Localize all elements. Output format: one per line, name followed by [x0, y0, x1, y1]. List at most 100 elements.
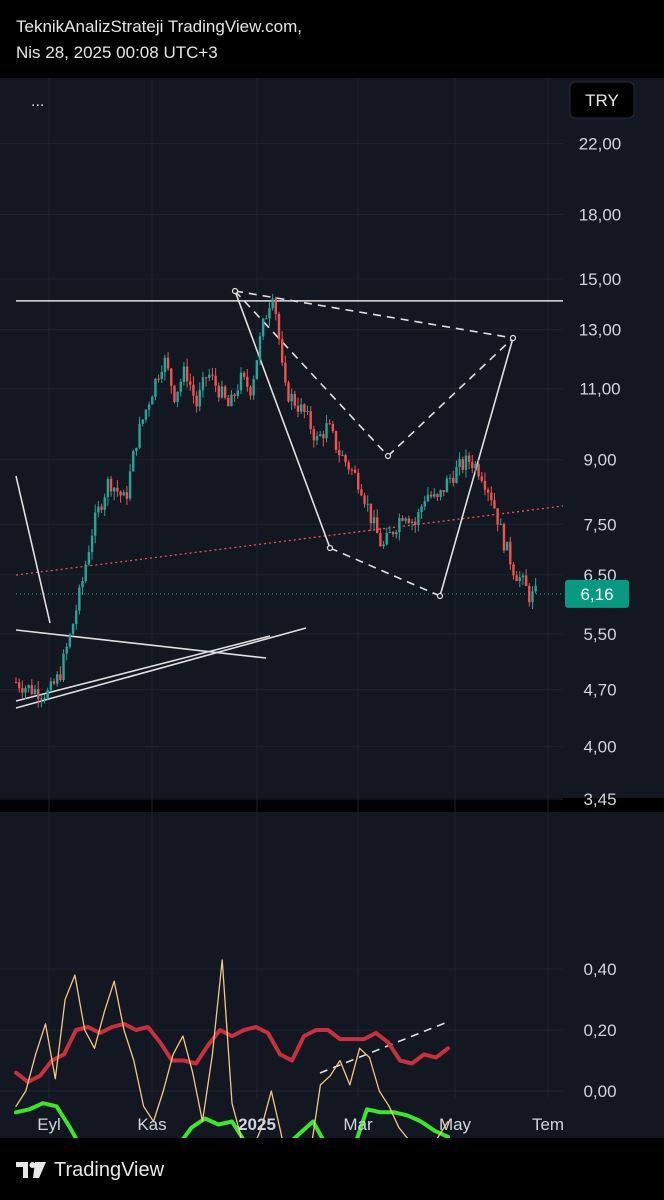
time-label: Eyl	[37, 1115, 61, 1134]
candle-body	[33, 689, 37, 695]
candle-body	[391, 532, 395, 535]
time-label: May	[439, 1115, 472, 1134]
candle-body	[448, 477, 452, 479]
candle-body	[198, 390, 201, 407]
candle-body	[154, 378, 157, 397]
candle-body	[429, 494, 433, 497]
oscillator-tick-label: 0,40	[583, 960, 616, 979]
price-tick-label: 18,00	[579, 206, 622, 225]
candle-body	[160, 372, 163, 379]
candle-body	[68, 634, 72, 647]
candle-body	[524, 575, 528, 586]
candle-body	[280, 339, 284, 363]
candle-body	[290, 393, 293, 402]
candle-body	[395, 532, 398, 535]
candle-body	[144, 409, 148, 420]
chart-svg[interactable]: 22,0018,0015,0013,0011,009,007,506,505,5…	[0, 78, 664, 1196]
candle-body	[452, 477, 455, 483]
candle-body	[458, 459, 461, 468]
candle-body	[414, 521, 417, 525]
candle-body	[116, 487, 119, 492]
candle-body	[531, 591, 534, 603]
drawing-anchor	[231, 287, 239, 295]
candle-body	[40, 698, 43, 700]
candle-body	[100, 506, 103, 510]
candle-body	[534, 585, 537, 592]
candle-body	[223, 386, 227, 398]
candle-body	[474, 464, 477, 469]
price-tick-label: 11,00	[579, 380, 620, 399]
candle-body	[388, 532, 392, 534]
candle-body	[477, 464, 480, 477]
candle-body	[382, 544, 385, 547]
price-tick-label: 7,50	[583, 515, 616, 534]
candle-body	[486, 489, 490, 493]
candle-body	[509, 541, 512, 565]
candle-body	[274, 298, 278, 314]
price-tick-label: 5,50	[583, 625, 616, 644]
price-tick-label: 15,00	[579, 270, 622, 289]
candle-body	[211, 374, 214, 376]
candle-body	[325, 423, 328, 439]
candle-body	[426, 494, 430, 502]
candle-body	[24, 688, 27, 693]
candle-body	[81, 580, 84, 588]
candle-body	[379, 533, 382, 547]
candle-body	[27, 685, 30, 689]
candle-body	[350, 469, 354, 471]
candle-body	[515, 575, 518, 582]
candle-body	[493, 500, 496, 509]
candle-body	[410, 521, 414, 523]
currency-label: TRY	[585, 91, 619, 110]
candle-body	[249, 386, 252, 396]
candle-body	[113, 487, 116, 492]
candle-body	[467, 455, 471, 462]
candle-body	[239, 372, 243, 391]
candle-body	[128, 471, 132, 499]
chart-menu-dots[interactable]: ...	[31, 93, 44, 110]
candle-body	[227, 397, 230, 407]
candle-body	[135, 447, 138, 452]
price-tick-label: 4,00	[583, 738, 616, 757]
candle-body	[261, 318, 265, 337]
candle-body	[407, 518, 411, 523]
currency-button[interactable]: TRY	[569, 81, 635, 119]
candle-body	[94, 512, 97, 536]
candle-body	[318, 434, 322, 437]
time-label: 2025	[238, 1115, 276, 1134]
candle-body	[464, 455, 468, 470]
author-source: TeknikAnalizStrateji TradingView.com,	[16, 17, 302, 36]
candle-body	[347, 462, 350, 470]
oscillator-pane[interactable]	[0, 812, 664, 1098]
time-axis	[0, 1098, 664, 1138]
candle-body	[306, 410, 309, 412]
last-price-label: 6,16	[580, 585, 613, 604]
candle-body	[299, 404, 303, 412]
candle-body	[518, 577, 522, 582]
candle-body	[138, 423, 141, 448]
candle-body	[499, 524, 502, 526]
candle-body	[151, 396, 154, 405]
candle-body	[284, 362, 287, 383]
candle-body	[372, 517, 376, 524]
candle-body	[252, 379, 255, 396]
candle-body	[433, 494, 436, 497]
candle-body	[90, 535, 94, 552]
candle-body	[369, 503, 373, 524]
candle-body	[344, 455, 347, 463]
candle-body	[439, 490, 442, 497]
candle-body	[30, 685, 34, 695]
candle-body	[71, 624, 75, 635]
candle-body	[483, 480, 487, 490]
drawing-anchor	[509, 334, 517, 342]
candle-body	[208, 374, 211, 378]
candle-body	[103, 497, 106, 510]
candle-body	[43, 697, 46, 699]
candle-body	[97, 506, 100, 513]
candle-body	[341, 455, 344, 457]
chart-area[interactable]: 22,00 18,00 15,00 13,00 11,00 9,00 7,50 6,50 5,5…	[0, 78, 664, 1196]
candle-body	[521, 575, 525, 578]
candle-body	[236, 390, 240, 397]
candle-body	[315, 436, 319, 441]
candle-body	[157, 378, 160, 380]
